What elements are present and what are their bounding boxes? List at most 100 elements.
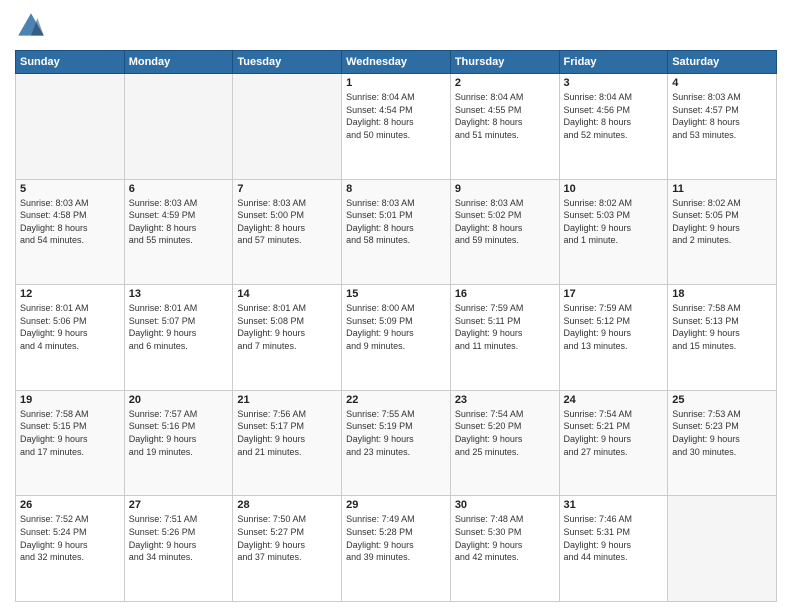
day-number: 25 [672, 394, 772, 406]
day-cell: 15 Sunrise: 8:00 AM Sunset: 5:09 PM Dayli… [342, 285, 451, 391]
day-info: Sunrise: 7:52 AM Sunset: 5:24 PM Dayligh… [20, 513, 120, 563]
day-cell: 5Sunrise: 8:03 AM Sunset: 4:58 PM Daylig… [16, 179, 125, 285]
day-info: Sunrise: 7:48 AM Sunset: 5:30 PM Dayligh… [455, 513, 555, 563]
day-info: Sunrise: 8:03 AM Sunset: 5:02 PM Dayligh… [455, 197, 555, 247]
day-info: Sunrise: 8:03 AM Sunset: 5:00 PM Dayligh… [237, 197, 337, 247]
day-info: Sunrise: 8:03 AM Sunset: 4:59 PM Dayligh… [129, 197, 229, 247]
day-cell: 4 Sunrise: 8:03 AM Sunset: 4:57 PM Daylig… [668, 74, 777, 180]
weekday-header-monday: Monday [124, 51, 233, 74]
day-info: Sunrise: 8:01 AM Sunset: 5:07 PM Dayligh… [129, 302, 229, 352]
day-number: 10 [564, 183, 664, 195]
day-cell: 9 Sunrise: 8:03 AM Sunset: 5:02 PM Daylig… [450, 179, 559, 285]
day-cell: 6 Sunrise: 8:03 AM Sunset: 4:59 PM Daylig… [124, 179, 233, 285]
day-info: Sunrise: 7:57 AM Sunset: 5:16 PM Dayligh… [129, 408, 229, 458]
day-info: Sunrise: 8:03 AM Sunset: 5:01 PM Dayligh… [346, 197, 446, 247]
day-number: 14 [237, 288, 337, 300]
day-cell: 30 Sunrise: 7:48 AM Sunset: 5:30 PM Dayli… [450, 496, 559, 602]
day-cell: 27 Sunrise: 7:51 AM Sunset: 5:26 PM Dayli… [124, 496, 233, 602]
weekday-header-friday: Friday [559, 51, 668, 74]
day-cell: 19Sunrise: 7:58 AM Sunset: 5:15 PM Dayli… [16, 390, 125, 496]
day-cell: 10 Sunrise: 8:02 AM Sunset: 5:03 PM Dayli… [559, 179, 668, 285]
day-cell [16, 74, 125, 180]
day-cell: 18 Sunrise: 7:58 AM Sunset: 5:13 PM Dayli… [668, 285, 777, 391]
day-cell: 11Sunrise: 8:02 AM Sunset: 5:05 PM Dayli… [668, 179, 777, 285]
week-row-3: 12 Sunrise: 8:01 AM Sunset: 5:06 PM Dayli… [16, 285, 777, 391]
day-cell: 8 Sunrise: 8:03 AM Sunset: 5:01 PM Daylig… [342, 179, 451, 285]
day-info: Sunrise: 8:02 AM Sunset: 5:03 PM Dayligh… [564, 197, 664, 247]
day-info: Sunrise: 8:04 AM Sunset: 4:55 PM Dayligh… [455, 91, 555, 141]
day-info: Sunrise: 8:00 AM Sunset: 5:09 PM Dayligh… [346, 302, 446, 352]
day-cell: 23Sunrise: 7:54 AM Sunset: 5:20 PM Dayli… [450, 390, 559, 496]
day-cell [668, 496, 777, 602]
day-info: Sunrise: 8:01 AM Sunset: 5:06 PM Dayligh… [20, 302, 120, 352]
day-cell: 17 Sunrise: 7:59 AM Sunset: 5:12 PM Dayli… [559, 285, 668, 391]
day-info: Sunrise: 7:49 AM Sunset: 5:28 PM Dayligh… [346, 513, 446, 563]
day-info: Sunrise: 7:46 AM Sunset: 5:31 PM Dayligh… [564, 513, 664, 563]
day-info: Sunrise: 7:50 AM Sunset: 5:27 PM Dayligh… [237, 513, 337, 563]
day-number: 9 [455, 183, 555, 195]
day-number: 26 [20, 499, 120, 511]
day-number: 1 [346, 77, 446, 89]
day-cell: 14 Sunrise: 8:01 AM Sunset: 5:08 PM Dayli… [233, 285, 342, 391]
day-info: Sunrise: 8:04 AM Sunset: 4:54 PM Dayligh… [346, 91, 446, 141]
day-cell: 12 Sunrise: 8:01 AM Sunset: 5:06 PM Dayli… [16, 285, 125, 391]
day-cell: 2 Sunrise: 8:04 AM Sunset: 4:55 PM Daylig… [450, 74, 559, 180]
day-number: 2 [455, 77, 555, 89]
weekday-header-row: SundayMondayTuesdayWednesdayThursdayFrid… [16, 51, 777, 74]
day-cell: 28 Sunrise: 7:50 AM Sunset: 5:27 PM Dayli… [233, 496, 342, 602]
day-cell: 20 Sunrise: 7:57 AM Sunset: 5:16 PM Dayli… [124, 390, 233, 496]
weekday-header-wednesday: Wednesday [342, 51, 451, 74]
day-number: 29 [346, 499, 446, 511]
day-number: 18 [672, 288, 772, 300]
day-cell: 22Sunrise: 7:55 AM Sunset: 5:19 PM Dayli… [342, 390, 451, 496]
week-row-1: 1 Sunrise: 8:04 AM Sunset: 4:54 PM Daylig… [16, 74, 777, 180]
day-info: Sunrise: 7:58 AM Sunset: 5:15 PM Dayligh… [20, 408, 120, 458]
day-info: Sunrise: 8:03 AM Sunset: 4:57 PM Dayligh… [672, 91, 772, 141]
day-cell: 24Sunrise: 7:54 AM Sunset: 5:21 PM Dayli… [559, 390, 668, 496]
weekday-header-tuesday: Tuesday [233, 51, 342, 74]
day-number: 28 [237, 499, 337, 511]
day-number: 5 [20, 183, 120, 195]
logo [15, 10, 51, 42]
day-cell: 25 Sunrise: 7:53 AM Sunset: 5:23 PM Dayli… [668, 390, 777, 496]
week-row-5: 26 Sunrise: 7:52 AM Sunset: 5:24 PM Dayli… [16, 496, 777, 602]
day-cell [124, 74, 233, 180]
weekday-header-saturday: Saturday [668, 51, 777, 74]
page: SundayMondayTuesdayWednesdayThursdayFrid… [0, 0, 792, 612]
day-info: Sunrise: 7:59 AM Sunset: 5:11 PM Dayligh… [455, 302, 555, 352]
day-info: Sunrise: 8:01 AM Sunset: 5:08 PM Dayligh… [237, 302, 337, 352]
day-cell: 1 Sunrise: 8:04 AM Sunset: 4:54 PM Daylig… [342, 74, 451, 180]
day-cell: 31 Sunrise: 7:46 AM Sunset: 5:31 PM Dayli… [559, 496, 668, 602]
day-number: 11 [672, 183, 772, 195]
day-cell [233, 74, 342, 180]
day-info: Sunrise: 8:04 AM Sunset: 4:56 PM Dayligh… [564, 91, 664, 141]
day-number: 4 [672, 77, 772, 89]
day-info: Sunrise: 7:54 AM Sunset: 5:21 PM Dayligh… [564, 408, 664, 458]
day-number: 31 [564, 499, 664, 511]
day-number: 12 [20, 288, 120, 300]
day-number: 6 [129, 183, 229, 195]
day-cell: 26 Sunrise: 7:52 AM Sunset: 5:24 PM Dayli… [16, 496, 125, 602]
day-cell: 16Sunrise: 7:59 AM Sunset: 5:11 PM Dayli… [450, 285, 559, 391]
day-info: Sunrise: 7:58 AM Sunset: 5:13 PM Dayligh… [672, 302, 772, 352]
day-info: Sunrise: 7:51 AM Sunset: 5:26 PM Dayligh… [129, 513, 229, 563]
day-number: 8 [346, 183, 446, 195]
day-info: Sunrise: 7:59 AM Sunset: 5:12 PM Dayligh… [564, 302, 664, 352]
day-number: 21 [237, 394, 337, 406]
day-number: 15 [346, 288, 446, 300]
week-row-4: 19Sunrise: 7:58 AM Sunset: 5:15 PM Dayli… [16, 390, 777, 496]
week-row-2: 5Sunrise: 8:03 AM Sunset: 4:58 PM Daylig… [16, 179, 777, 285]
day-number: 13 [129, 288, 229, 300]
day-cell: 7 Sunrise: 8:03 AM Sunset: 5:00 PM Daylig… [233, 179, 342, 285]
day-number: 27 [129, 499, 229, 511]
day-number: 20 [129, 394, 229, 406]
day-number: 30 [455, 499, 555, 511]
day-info: Sunrise: 7:53 AM Sunset: 5:23 PM Dayligh… [672, 408, 772, 458]
day-number: 17 [564, 288, 664, 300]
day-cell: 3Sunrise: 8:04 AM Sunset: 4:56 PM Daylig… [559, 74, 668, 180]
day-number: 7 [237, 183, 337, 195]
weekday-header-thursday: Thursday [450, 51, 559, 74]
logo-icon [15, 10, 47, 42]
day-cell: 29 Sunrise: 7:49 AM Sunset: 5:28 PM Dayli… [342, 496, 451, 602]
header [15, 10, 777, 42]
